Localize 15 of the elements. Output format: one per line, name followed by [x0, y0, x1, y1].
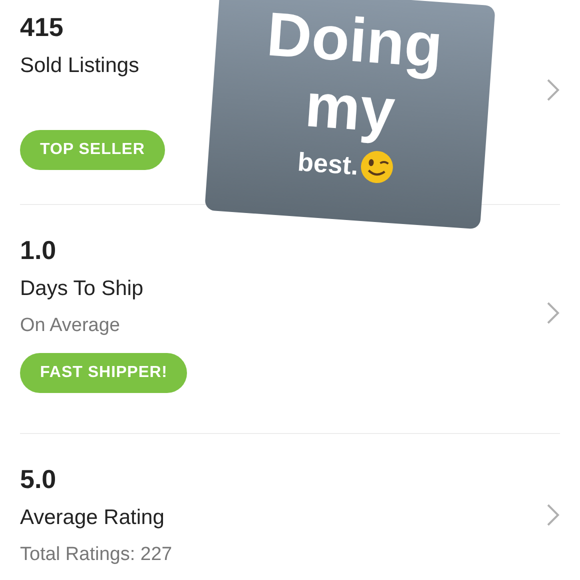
- stat-subtitle: On Average: [20, 314, 120, 338]
- stat-value: 5.0: [20, 463, 56, 496]
- stat-label: Average Rating: [20, 505, 164, 531]
- chevron-right-icon: [546, 78, 560, 102]
- badge: FAST SHIPPER!: [20, 353, 188, 393]
- chevron-right-icon: [546, 503, 560, 527]
- stat-value: 415: [20, 11, 64, 44]
- stat-subtitle: Total Ratings: 227: [20, 543, 172, 567]
- sticker-text: best.: [296, 146, 360, 182]
- stat-value: 1.0: [20, 234, 56, 267]
- winking-face-icon: [359, 148, 396, 186]
- stat-label: Sold Listings: [20, 53, 140, 79]
- stat-label: Days To Ship: [20, 276, 144, 302]
- chevron-right-icon: [546, 301, 560, 325]
- badge: TOP SELLER: [20, 130, 165, 170]
